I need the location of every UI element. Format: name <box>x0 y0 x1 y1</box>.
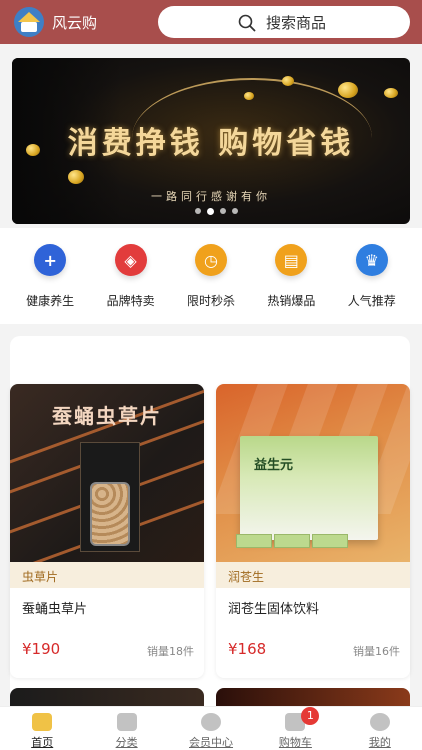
banner-subline: 一路同行感谢有你 <box>151 190 271 203</box>
category-flash-sale[interactable]: ◷ 限时秒杀 <box>173 244 249 324</box>
product-image-title: 蚕蛹虫草片 <box>52 404 162 428</box>
top-header: 风云购 搜索商品 <box>0 0 422 44</box>
product-sales: 销量18件 <box>147 645 194 658</box>
popular-icon: ♛ <box>355 244 388 276</box>
tab-member-center[interactable]: 会员中心 <box>169 707 253 750</box>
category-health[interactable]: + 健康养生 <box>12 244 88 324</box>
tab-label: 会员中心 <box>189 736 234 749</box>
hot-sale-icon: ▤ <box>275 244 308 276</box>
category-brand-sale[interactable]: ◈ 品牌特卖 <box>93 244 169 324</box>
category-label: 健康养生 <box>26 294 75 308</box>
member-icon <box>201 713 222 731</box>
banner-pagination <box>195 208 238 215</box>
clock-icon: ◷ <box>194 244 227 276</box>
product-card[interactable]: 蚕蛹虫草片 虫草片 蚕蛹虫草片 ¥190 销量18件 <box>10 384 204 678</box>
tab-label: 我的 <box>368 736 391 749</box>
coin-icon <box>68 170 84 184</box>
bottom-tab-bar: 首页 分类 会员中心 1 购物车 我的 <box>0 706 422 750</box>
coin-icon <box>338 82 358 98</box>
category-icon <box>116 713 137 731</box>
product-image: 蚕蛹虫草片 <box>10 384 204 562</box>
tab-label: 分类 <box>115 736 138 749</box>
promo-banner[interactable]: 消费挣钱 购物省钱 一路同行感谢有你 <box>12 58 410 224</box>
coin-icon <box>282 76 294 86</box>
brand-tag-icon: ◈ <box>114 244 147 276</box>
tab-category[interactable]: 分类 <box>84 707 168 750</box>
banner-dot[interactable] <box>220 208 226 214</box>
tab-label: 购物车 <box>278 736 312 749</box>
coin-icon <box>244 92 254 100</box>
cart-badge: 1 <box>301 707 320 725</box>
product-price: ¥168 <box>228 640 267 658</box>
category-hot-items[interactable]: ▤ 热销爆品 <box>253 244 329 324</box>
app-logo-icon[interactable] <box>14 7 44 37</box>
product-image: 益生元 <box>216 384 410 562</box>
health-plus-icon: + <box>34 244 67 276</box>
coin-icon <box>384 88 398 98</box>
product-tag: 虫草片 <box>10 562 204 588</box>
profile-icon <box>369 713 390 731</box>
category-label: 品牌特卖 <box>106 294 155 308</box>
product-name: 润苍生固体饮料 <box>228 602 320 617</box>
tab-label: 首页 <box>31 736 54 749</box>
tab-profile[interactable]: 我的 <box>338 707 422 750</box>
category-label: 人气推荐 <box>347 294 396 308</box>
product-name: 蚕蛹虫草片 <box>22 602 88 617</box>
product-image-title: 益生元 <box>254 458 294 473</box>
product-tag: 润苍生 <box>216 562 410 588</box>
search-input[interactable]: 搜索商品 <box>158 6 410 38</box>
tab-home[interactable]: 首页 <box>0 707 84 750</box>
product-panel: 蚕蛹虫草片 虫草片 蚕蛹虫草片 ¥190 销量18件 益生元 润苍生 润苍生固体… <box>10 336 410 750</box>
product-sales: 销量16件 <box>353 645 400 658</box>
app-name: 风云购 <box>52 13 98 32</box>
category-label: 热销爆品 <box>267 294 316 308</box>
search-placeholder: 搜索商品 <box>266 13 327 32</box>
category-row: + 健康养生 ◈ 品牌特卖 ◷ 限时秒杀 ▤ 热销爆品 ♛ 人气推荐 <box>0 228 422 324</box>
home-icon <box>32 713 53 731</box>
tab-cart[interactable]: 1 购物车 <box>253 707 337 750</box>
category-label: 限时秒杀 <box>186 294 235 308</box>
banner-dot-active[interactable] <box>207 208 214 215</box>
search-icon <box>238 14 256 32</box>
product-price: ¥190 <box>22 640 61 658</box>
banner-dot[interactable] <box>232 208 238 214</box>
banner-dot[interactable] <box>195 208 201 214</box>
product-card-partial[interactable] <box>10 688 204 708</box>
product-card[interactable]: 益生元 润苍生 润苍生固体饮料 ¥168 销量16件 <box>216 384 410 678</box>
category-popular[interactable]: ♛ 人气推荐 <box>334 244 410 324</box>
product-card-partial[interactable] <box>216 688 410 708</box>
banner-headline: 消费挣钱 购物省钱 <box>67 126 355 161</box>
